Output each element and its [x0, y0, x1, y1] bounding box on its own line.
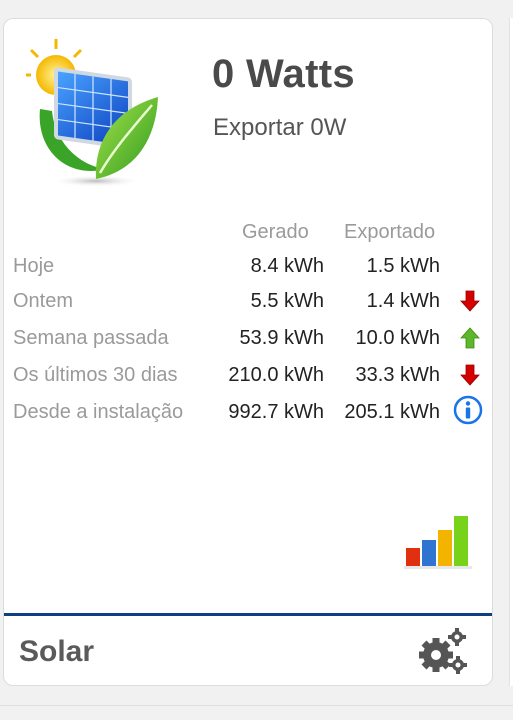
- footer-divider: [4, 613, 492, 616]
- arrow-down-icon: [460, 364, 480, 386]
- exported-last-30-days: 33.3 kWh: [355, 364, 440, 386]
- generated-today: 8.4 kWh: [250, 255, 324, 277]
- bottom-divider: [0, 705, 513, 706]
- bar-chart-icon[interactable]: [404, 514, 474, 570]
- arrow-down-icon: [460, 290, 480, 312]
- gears-icon[interactable]: [416, 627, 468, 675]
- row-label-last-week: Semana passada: [13, 327, 169, 349]
- exported-since-install: 205.1 kWh: [344, 401, 440, 423]
- info-icon[interactable]: [453, 395, 483, 425]
- adjacent-card-edge: [509, 18, 513, 686]
- solar-panel-leaf-icon: [26, 39, 158, 187]
- exported-last-week: 10.0 kWh: [355, 327, 440, 349]
- row-label-since-install: Desde a instalação: [13, 401, 184, 423]
- arrow-up-icon: [460, 327, 480, 349]
- generated-yesterday: 5.5 kWh: [250, 290, 324, 312]
- exported-today: 1.5 kWh: [366, 255, 440, 277]
- row-label-yesterday: Ontem: [13, 290, 74, 312]
- solar-card: 0 Watts Exportar 0W Gerado Exportado Hoj…: [3, 18, 493, 686]
- row-label-today: Hoje: [13, 255, 55, 277]
- column-header-generated: Gerado: [242, 221, 309, 243]
- exported-yesterday: 1.4 kWh: [366, 290, 440, 312]
- current-export: Exportar 0W: [213, 114, 347, 141]
- row-label-last-30-days: Os últimos 30 dias: [13, 364, 178, 386]
- card-title: Solar: [19, 635, 95, 668]
- column-header-exported: Exportado: [344, 221, 436, 243]
- generated-last-week: 53.9 kWh: [239, 327, 324, 349]
- generated-last-30-days: 210.0 kWh: [228, 364, 324, 386]
- current-power: 0 Watts: [212, 52, 355, 96]
- generated-since-install: 992.7 kWh: [228, 401, 324, 423]
